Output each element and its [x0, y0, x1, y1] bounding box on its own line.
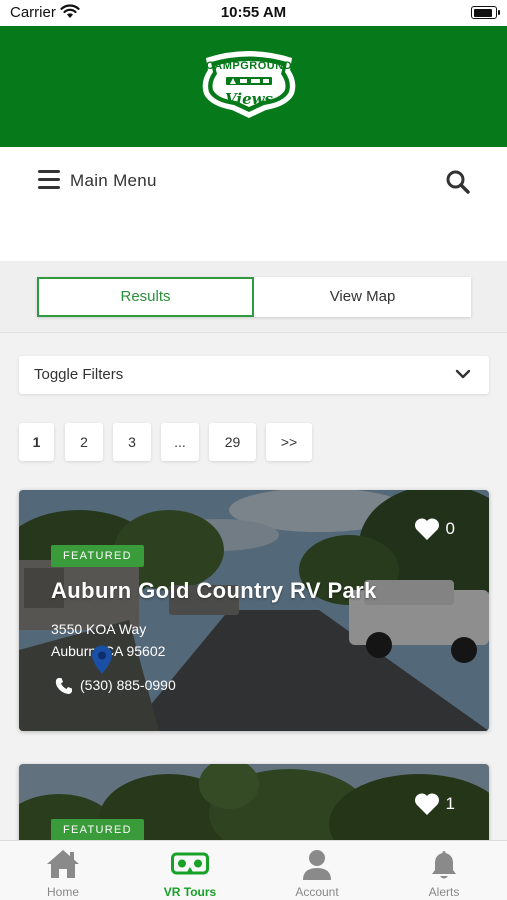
address-line-1: 3550 KOA Way [51, 621, 147, 637]
page-1-button[interactable]: 1 [19, 423, 54, 461]
tab-account-label: Account [295, 885, 339, 899]
person-icon [303, 850, 331, 880]
toggle-filters-button[interactable]: Toggle Filters [19, 356, 489, 394]
hamburger-icon[interactable] [38, 170, 60, 189]
tab-vr-tours[interactable]: VR Tours [127, 841, 253, 900]
tab-home[interactable]: Home [0, 841, 126, 900]
logo-top-text: CAMPGROUND [205, 60, 293, 72]
phone-icon [55, 678, 72, 694]
tab-account[interactable]: Account [254, 841, 380, 900]
tab-home-label: Home [46, 885, 79, 899]
view-toggle-area: Results View Map [0, 261, 507, 333]
battery-icon [471, 6, 500, 19]
toggle-filters-label: Toggle Filters [34, 366, 124, 383]
campground-card[interactable]: 0 FEATURED Auburn Gold Country RV Park 3… [19, 490, 489, 731]
favorite-button[interactable]: 1 [414, 790, 455, 818]
campground-views-logo [202, 51, 296, 118]
clock: 10:55 AM [220, 4, 287, 21]
phone-number[interactable]: (530) 885-0990 [80, 677, 176, 693]
page-2-button[interactable]: 2 [65, 423, 103, 461]
tab-results[interactable]: Results [37, 277, 254, 317]
next-pages-button[interactable]: >> [266, 423, 312, 461]
map-pin-icon [92, 645, 112, 674]
page-3-button[interactable]: 3 [113, 423, 151, 461]
favorite-count: 1 [445, 794, 455, 813]
logo-bottom-text: Views [225, 90, 273, 108]
search-icon[interactable] [445, 169, 471, 195]
campground-title[interactable]: Auburn Gold Country RV Park [51, 578, 377, 604]
featured-badge: FEATURED [51, 819, 144, 841]
battery-level [473, 8, 492, 17]
main-menu-button[interactable]: Main Menu [70, 171, 157, 191]
nav-bar: Main Menu [0, 147, 507, 261]
home-icon [47, 850, 79, 878]
page-ellipsis: ... [161, 423, 199, 461]
vr-headset-icon [171, 852, 209, 875]
favorite-button[interactable]: 0 [414, 515, 455, 543]
heart-icon [414, 518, 439, 540]
app-header: CAMPGROUND Views [0, 26, 507, 147]
favorite-count: 0 [445, 519, 455, 538]
view-toggle: Results View Map [37, 277, 471, 317]
tab-alerts-label: Alerts [428, 885, 460, 899]
bell-icon [432, 851, 456, 879]
page-29-button[interactable]: 29 [209, 423, 256, 461]
tab-view-map[interactable]: View Map [254, 277, 471, 317]
featured-badge: FEATURED [51, 545, 144, 567]
chevron-down-icon [455, 369, 471, 379]
heart-icon [414, 793, 439, 815]
status-bar: Carrier 10:55 AM [0, 0, 507, 26]
tab-alerts[interactable]: Alerts [381, 841, 507, 900]
tab-vr-tours-label: VR Tours [163, 885, 217, 899]
bottom-tab-bar: Home VR Tours Account Alerts [0, 840, 507, 900]
